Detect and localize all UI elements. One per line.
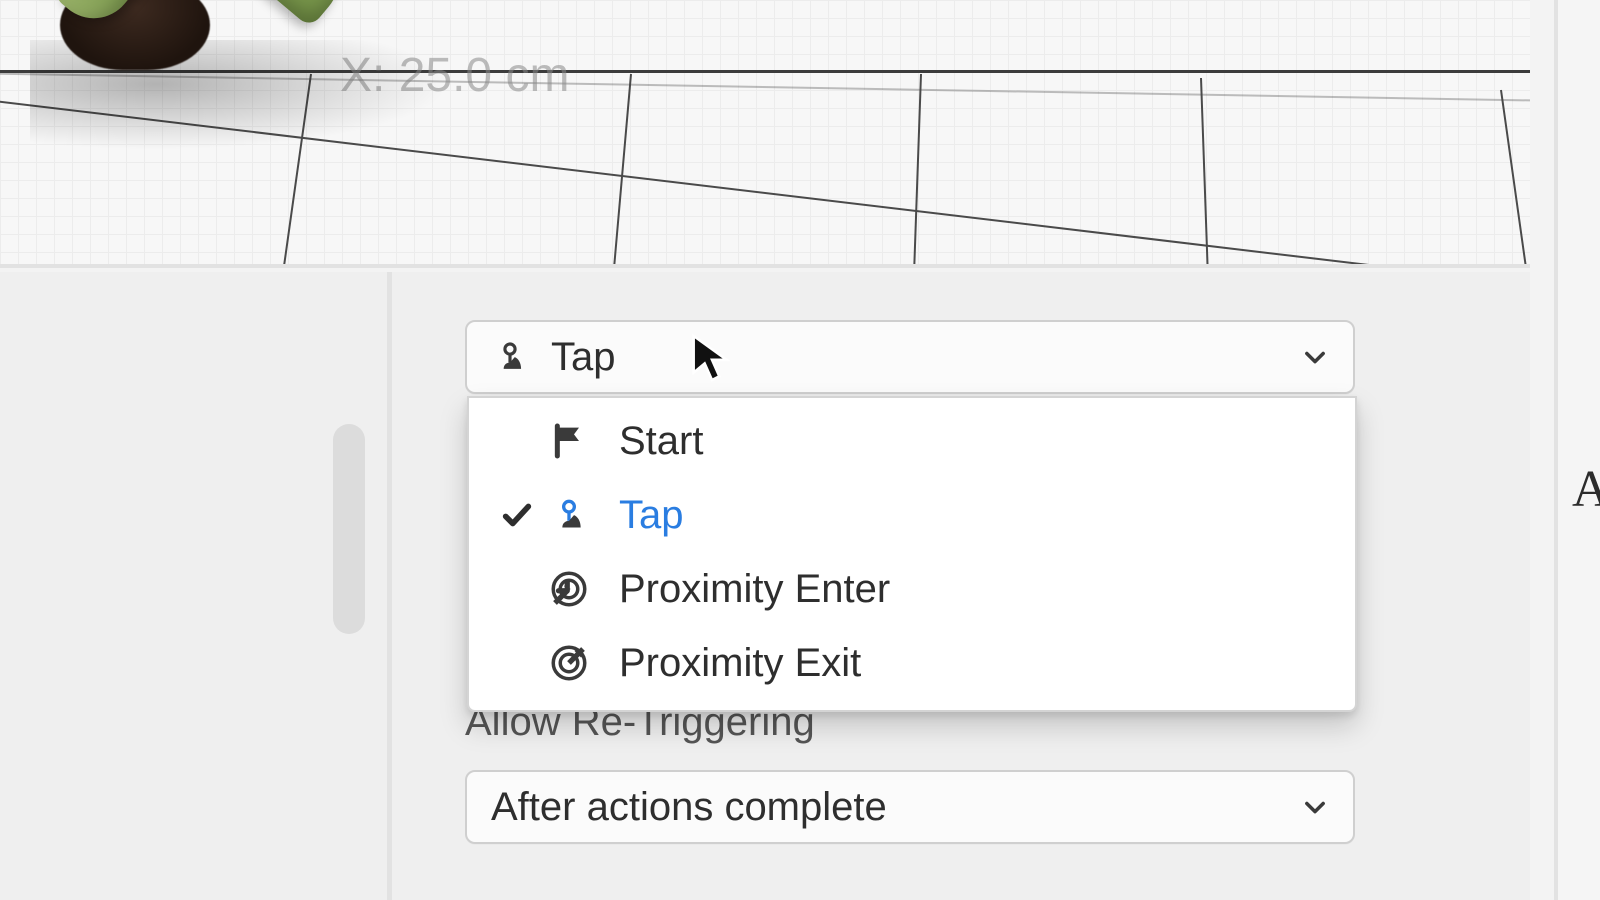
behavior-panel-form: Tap Start xyxy=(405,272,1525,900)
retrigger-select-value: After actions complete xyxy=(491,785,887,830)
scrollbar-thumb[interactable] xyxy=(333,424,365,634)
trigger-option-proximity-exit[interactable]: Proximity Exit xyxy=(469,626,1355,700)
proximity-enter-icon xyxy=(547,567,591,611)
trigger-select-value: Tap xyxy=(551,335,616,380)
trigger-option-start[interactable]: Start xyxy=(469,404,1355,478)
trigger-select[interactable]: Tap xyxy=(465,320,1355,394)
right-panel-heading-fragment: A xyxy=(1572,460,1600,519)
trigger-option-proximity-enter[interactable]: Proximity Enter xyxy=(469,552,1355,626)
right-panel-edge: A xyxy=(1554,0,1600,900)
tap-icon xyxy=(547,493,591,537)
option-label: Proximity Exit xyxy=(619,641,861,686)
proximity-exit-icon xyxy=(547,641,591,685)
check-icon xyxy=(487,498,547,532)
scene-object-plant[interactable] xyxy=(0,0,410,140)
chevron-down-icon xyxy=(1301,793,1329,821)
retrigger-select[interactable]: After actions complete xyxy=(465,770,1355,844)
behavior-panel-left xyxy=(0,272,392,900)
trigger-select-menu: Start Tap xyxy=(467,396,1357,712)
flag-icon xyxy=(547,419,591,463)
option-label: Proximity Enter xyxy=(619,567,890,612)
option-label: Start xyxy=(619,419,703,464)
trigger-option-tap[interactable]: Tap xyxy=(469,478,1355,552)
chevron-down-icon xyxy=(1301,343,1329,371)
viewport-3d[interactable]: X: 25.0 cm xyxy=(0,0,1530,268)
option-label: Tap xyxy=(619,493,684,538)
tap-icon xyxy=(491,338,529,376)
behavior-panel: Tap Start xyxy=(0,272,1530,900)
